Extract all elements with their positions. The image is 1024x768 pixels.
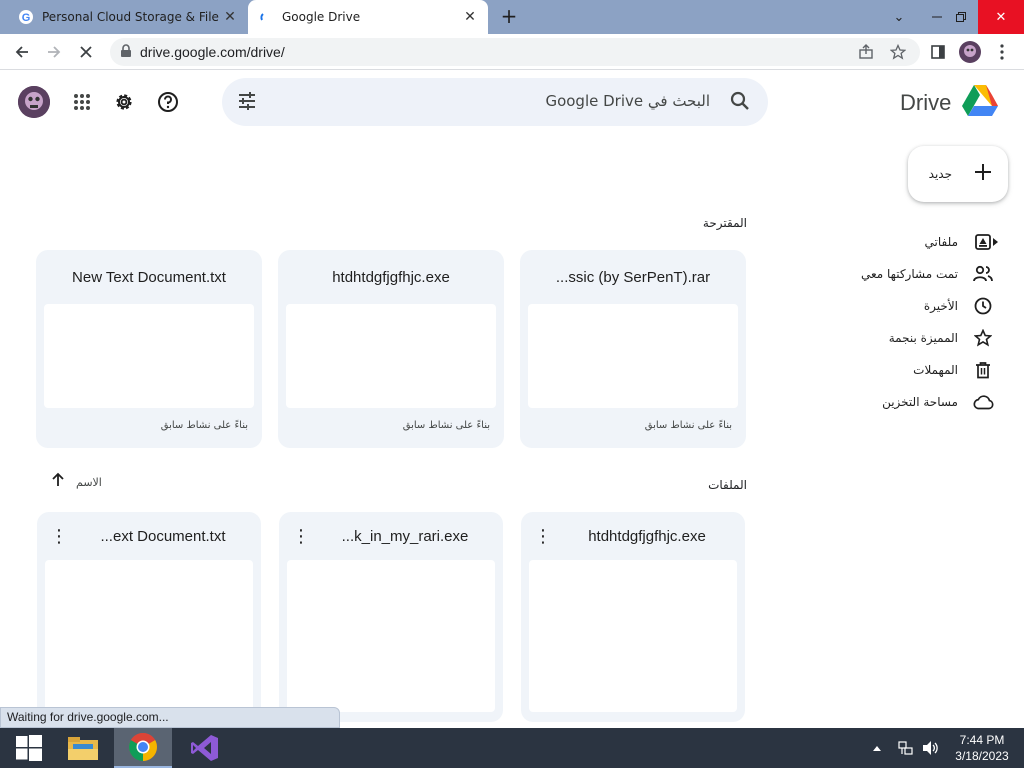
bookmark-star-icon[interactable] (886, 40, 910, 64)
file-name: htdhtdgfjgfhjc.exe (588, 528, 706, 545)
stop-loading-button[interactable] (74, 40, 98, 64)
plus-icon (974, 163, 992, 185)
apps-grid-icon[interactable] (68, 88, 96, 116)
loading-status-bar: Waiting for drive.google.com... (0, 707, 340, 728)
tab-search-chevron-icon[interactable]: ⌄ (880, 0, 918, 34)
volume-icon[interactable] (922, 728, 940, 768)
visual-studio-icon[interactable] (176, 728, 234, 768)
file-name: ...ssic (by SerPenT).rar (555, 269, 711, 286)
restore-button[interactable] (942, 0, 980, 34)
share-icon[interactable] (854, 40, 878, 64)
file-card[interactable]: ⋮ ...ext Document.txt (37, 512, 261, 722)
nav-item-starred[interactable]: المميزة بنجمة (889, 326, 994, 350)
network-icon[interactable] (898, 728, 914, 768)
loading-spinner-icon (258, 9, 274, 25)
file-thumbnail (286, 304, 496, 408)
more-actions-icon[interactable]: ⋮ (292, 526, 310, 547)
nav-label: ملفاتي (924, 235, 958, 249)
address-bar[interactable]: drive.google.com/drive/ (110, 38, 920, 66)
file-name: htdhtdgfjgfhjc.exe (332, 269, 450, 286)
search-bar[interactable]: البحث في Google Drive (222, 78, 768, 126)
star-icon (972, 327, 994, 349)
file-card[interactable]: ⋮ ...k_in_my_rari.exe (279, 512, 503, 722)
file-thumbnail (529, 560, 737, 712)
forward-button[interactable] (42, 40, 66, 64)
nav-item-trash[interactable]: المهملات (913, 358, 994, 382)
search-icon[interactable] (730, 91, 750, 115)
nav-label: الأخيرة (923, 299, 958, 313)
side-panel-icon[interactable] (926, 40, 950, 64)
suggested-file-card[interactable]: New Text Document.txt بناءً على نشاط ساب… (36, 250, 262, 448)
back-button[interactable] (10, 40, 34, 64)
google-g-icon: G (18, 9, 34, 25)
tab-strip: G Personal Cloud Storage & File Sh ✕ Goo… (0, 0, 1024, 34)
my-drive-icon (972, 231, 994, 253)
new-button[interactable]: جديد (908, 146, 1008, 202)
new-button-label: جديد (928, 167, 952, 181)
more-actions-icon[interactable]: ⋮ (534, 526, 552, 547)
nav-item-storage[interactable]: مساحة التخزين (882, 390, 994, 414)
sort-label[interactable]: الاسم (76, 476, 102, 489)
tab-title: Google Drive (282, 10, 361, 24)
file-thumbnail (44, 304, 254, 408)
tab-close-icon[interactable]: ✕ (462, 9, 478, 25)
google-drive-logo-icon (961, 84, 999, 122)
sort-control[interactable]: الاسم (50, 472, 102, 492)
nav-label: المميزة بنجمة (888, 331, 958, 345)
windows-taskbar: 7:44 PM 3/18/2023 (0, 728, 1024, 768)
suggested-heading: المقترحة (702, 216, 747, 230)
arrow-up-icon[interactable] (50, 472, 66, 492)
files-heading: الملفات (708, 478, 747, 492)
nav-item-my-drive[interactable]: ملفاتي (925, 230, 994, 254)
search-options-icon[interactable] (236, 90, 258, 116)
chrome-taskbar-icon[interactable] (114, 728, 172, 768)
drive-brand[interactable]: Drive (900, 84, 999, 122)
account-avatar[interactable] (18, 86, 50, 118)
tab-title: Personal Cloud Storage & File Sh (42, 10, 222, 24)
cloud-icon (972, 391, 994, 413)
nav-label: المهملات (913, 363, 958, 377)
drive-wordmark: Drive (900, 90, 952, 115)
settings-gear-icon[interactable] (110, 88, 138, 116)
file-card[interactable]: ⋮ htdhtdgfjgfhjc.exe (521, 512, 745, 722)
suggested-file-card[interactable]: htdhtdgfjgfhjc.exe بناءً على نشاط سابق (278, 250, 504, 448)
suggestion-reason: بناءً على نشاط سابق (402, 420, 490, 431)
tab-personal-cloud[interactable]: G Personal Cloud Storage & File Sh ✕ (8, 0, 248, 34)
file-explorer-icon[interactable] (54, 728, 112, 768)
file-name: New Text Document.txt (72, 269, 226, 286)
nav-item-recent[interactable]: الأخيرة (924, 294, 994, 318)
file-name: ...k_in_my_rari.exe (341, 528, 469, 545)
shared-icon (972, 263, 994, 285)
file-thumbnail (528, 304, 738, 408)
help-icon[interactable] (154, 88, 182, 116)
nav-label: تمت مشاركتها معي (860, 267, 958, 281)
file-name: ...ext Document.txt (100, 528, 226, 545)
show-hidden-icons-icon[interactable] (872, 728, 882, 768)
windows-start-button[interactable] (0, 728, 58, 768)
tab-close-icon[interactable]: ✕ (222, 9, 238, 25)
browser-toolbar: drive.google.com/drive/ (0, 34, 1024, 70)
nav-item-shared-with-me[interactable]: تمت مشاركتها معي (861, 262, 994, 286)
file-thumbnail (45, 560, 253, 712)
close-window-button[interactable]: ✕ (978, 0, 1024, 34)
suggested-file-card[interactable]: ...ssic (by SerPenT).rar بناءً على نشاط … (520, 250, 746, 448)
nav-label: مساحة التخزين (882, 395, 958, 409)
file-thumbnail (287, 560, 495, 712)
trash-icon (972, 359, 994, 381)
suggestion-reason: بناءً على نشاط سابق (160, 420, 248, 431)
more-actions-icon[interactable]: ⋮ (50, 526, 68, 547)
clock-icon (972, 295, 994, 317)
system-clock[interactable]: 7:44 PM 3/18/2023 (952, 732, 1012, 764)
profile-avatar[interactable] (958, 40, 982, 64)
clock-time: 7:44 PM (959, 733, 1005, 747)
search-input[interactable]: البحث في Google Drive (545, 92, 710, 110)
tab-google-drive[interactable]: Google Drive ✕ (248, 0, 488, 34)
clock-date: 3/18/2023 (955, 749, 1009, 763)
browser-menu-icon[interactable] (990, 40, 1014, 64)
svg-text:G: G (22, 12, 31, 24)
new-tab-button[interactable]: + (498, 6, 520, 28)
url-text: drive.google.com/drive/ (140, 44, 285, 60)
suggestion-reason: بناءً على نشاط سابق (644, 420, 732, 431)
lock-icon[interactable] (120, 43, 132, 62)
